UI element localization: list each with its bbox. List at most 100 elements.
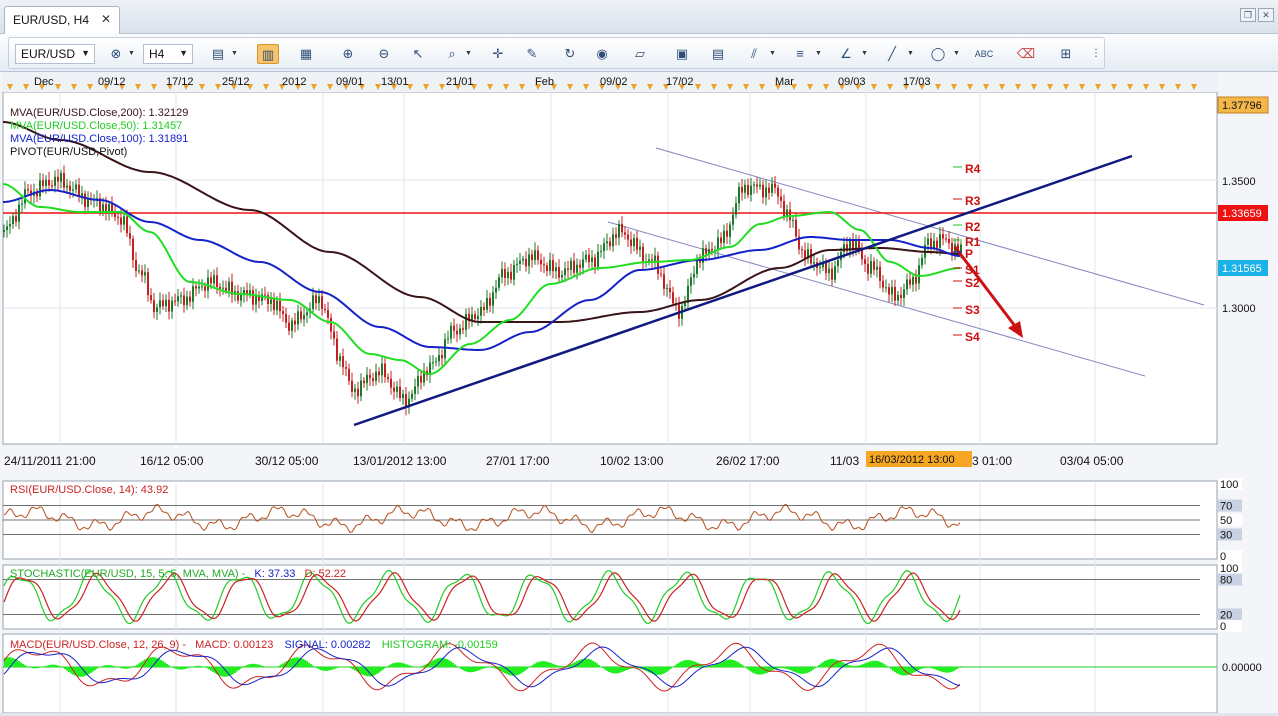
image-icon[interactable]: ▣ xyxy=(671,44,693,64)
bar-chart-icon[interactable]: ▥ xyxy=(257,44,279,64)
candle-body xyxy=(6,226,8,230)
histogram-bar xyxy=(382,667,384,670)
bottom-date-label: 13/01/2012 13:00 xyxy=(353,454,447,468)
histogram-bar xyxy=(886,666,888,667)
histogram-bar xyxy=(448,660,450,667)
candle-body xyxy=(555,267,557,271)
histogram-bar xyxy=(716,664,718,667)
refresh-icon[interactable]: ↻ xyxy=(559,44,581,64)
histogram-bar xyxy=(524,667,526,671)
chevron-down-icon[interactable]: ▼ xyxy=(231,50,239,58)
draw-lines-icon[interactable]: ⫽ xyxy=(743,44,765,64)
candle-body xyxy=(663,274,665,289)
edit-icon[interactable]: ✎ xyxy=(521,44,543,64)
chevron-down-icon[interactable]: ▼ xyxy=(465,50,473,58)
chart-type-icon[interactable]: ▤ xyxy=(207,44,229,64)
candle-body xyxy=(102,204,104,211)
histogram-bar xyxy=(16,660,18,667)
histogram-bar xyxy=(920,667,922,669)
toolbar: EUR/USD ▼ ⊗ ▼ H4 ▼ ▤ ▼ ▥ ▦ ⊕ ⊖ ↖ ⌕ ▼ ✛ ✎… xyxy=(0,34,1278,72)
bottom-date-label: 26/02 17:00 xyxy=(716,454,780,468)
histogram-bar xyxy=(670,667,672,669)
candle-body xyxy=(825,262,827,273)
ruler-icon[interactable]: ▱ xyxy=(629,44,651,64)
globe-icon[interactable]: ◉ xyxy=(591,44,613,64)
histogram-bar xyxy=(882,663,884,667)
candle-body xyxy=(201,286,203,287)
symbol-select[interactable]: EUR/USD ▼ xyxy=(15,44,95,64)
histogram-bar xyxy=(710,666,712,667)
stochastic-level-label: 0 xyxy=(1220,621,1226,633)
candle-body xyxy=(276,301,278,310)
text-tool-icon[interactable]: ABC xyxy=(973,44,995,64)
zoom-out-icon[interactable]: ⊖ xyxy=(373,44,395,64)
cursor-date-label: 16/03/2012 13:00 xyxy=(869,454,955,466)
histogram-bar xyxy=(538,662,540,667)
candle-body xyxy=(789,210,791,221)
chevron-down-icon[interactable]: ▼ xyxy=(128,50,136,58)
macd-title-main: MACD(EUR/USD.Close, 12, 26, 9) - xyxy=(10,639,186,651)
chart-area[interactable]: Dec09/1217/1225/12201209/0113/0121/01Feb… xyxy=(0,72,1278,713)
candle-body xyxy=(63,173,65,188)
histogram-bar xyxy=(120,667,122,668)
histogram-bar xyxy=(150,657,152,667)
candle-body xyxy=(738,187,740,203)
chevron-down-icon[interactable]: ▼ xyxy=(769,50,777,58)
timeframe-select[interactable]: H4 ▼ xyxy=(143,44,193,64)
candle-chart-icon[interactable]: ▦ xyxy=(295,44,317,64)
candle-body xyxy=(594,257,596,266)
chevron-down-icon[interactable]: ▼ xyxy=(815,50,823,58)
histogram-bar xyxy=(748,667,750,670)
ellipse-icon[interactable]: ◯ xyxy=(927,44,949,64)
histogram-bar xyxy=(334,667,336,669)
histogram-bar xyxy=(454,665,456,667)
zoom-in-icon[interactable]: ⊕ xyxy=(337,44,359,64)
lines-menu-icon[interactable]: ≡ xyxy=(789,44,811,64)
restore-window-icon[interactable]: ❐ xyxy=(1240,8,1256,22)
candle-body xyxy=(834,266,836,279)
candle-body xyxy=(897,295,899,301)
histogram-bar xyxy=(546,662,548,667)
close-window-icon[interactable]: ✕ xyxy=(1258,8,1274,22)
histogram-bar xyxy=(252,664,254,667)
histogram-bar xyxy=(350,667,352,668)
candle-body xyxy=(684,303,686,306)
close-tab-icon[interactable]: ✕ xyxy=(101,12,111,26)
histogram-bar xyxy=(130,667,132,668)
eraser-icon[interactable]: ⌫ xyxy=(1015,44,1037,64)
histogram-bar xyxy=(738,663,740,667)
top-date-label: Feb xyxy=(535,76,554,88)
histogram-bar xyxy=(820,664,822,667)
hierarchy-icon[interactable]: ⊞ xyxy=(1055,44,1077,64)
histogram-bar xyxy=(924,667,926,668)
candle-body xyxy=(522,259,524,261)
crosshair-icon[interactable]: ✛ xyxy=(487,44,509,64)
histogram-bar xyxy=(232,667,234,674)
histogram-bar xyxy=(658,667,660,675)
remove-symbol-icon[interactable]: ⊗ xyxy=(105,44,127,64)
chevron-down-icon[interactable]: ▼ xyxy=(861,50,869,58)
candle-body xyxy=(450,326,452,339)
candle-body xyxy=(432,362,434,363)
chart-tab[interactable]: EUR/USD, H4 ✕ xyxy=(4,6,120,34)
candle-body xyxy=(282,311,284,314)
histogram-bar xyxy=(400,663,402,667)
candle-body xyxy=(723,231,725,243)
fan-tool-icon[interactable]: ∠ xyxy=(835,44,857,64)
candle-body xyxy=(537,250,539,259)
zoom-area-icon[interactable]: ⌕ xyxy=(441,44,463,64)
bottom-date-label: 30/12 05:00 xyxy=(255,454,319,468)
chevron-down-icon[interactable]: ▼ xyxy=(907,50,915,58)
template-icon[interactable]: ▤ xyxy=(707,44,729,64)
stochastic-level-label: 80 xyxy=(1220,575,1232,587)
chevron-down-icon[interactable]: ▼ xyxy=(953,50,961,58)
candle-body xyxy=(927,239,929,245)
histogram-bar xyxy=(560,666,562,667)
rsi-level-label: 50 xyxy=(1220,515,1232,527)
trend-line-icon[interactable]: ╱ xyxy=(881,44,903,64)
histogram-bar xyxy=(950,667,952,672)
pointer-icon[interactable]: ↖ xyxy=(407,44,429,64)
candle-body xyxy=(84,193,86,207)
toolbar-options-icon[interactable]: ⋮ xyxy=(1085,44,1107,64)
histogram-bar xyxy=(456,666,458,667)
